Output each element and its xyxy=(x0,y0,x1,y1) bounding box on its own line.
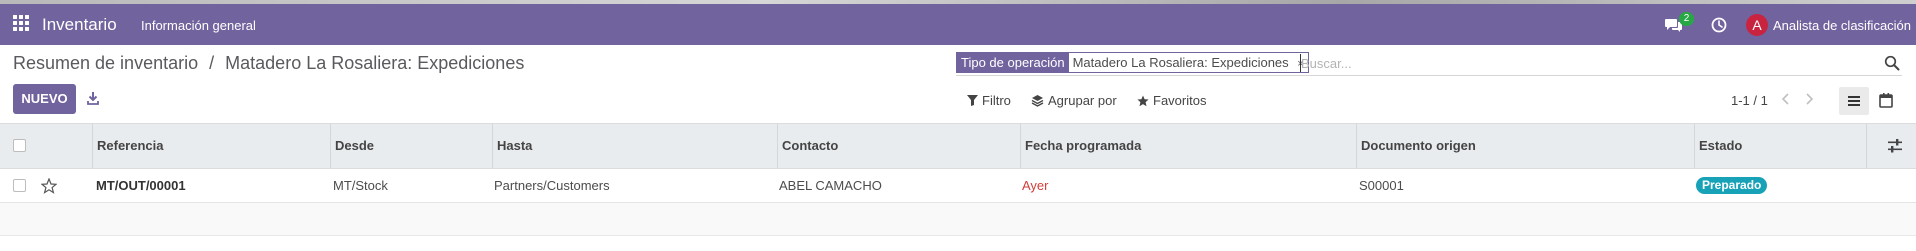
search-facet-label: Tipo de operación xyxy=(957,53,1069,72)
groupby-label: Agrupar por xyxy=(1048,93,1117,108)
column-header-documento-origen[interactable]: Documento origen xyxy=(1356,124,1694,168)
column-header-referencia[interactable]: Referencia xyxy=(92,124,330,168)
filter-label: Filtro xyxy=(982,93,1011,108)
column-header-contacto[interactable]: Contacto xyxy=(777,124,1020,168)
search-facet: Tipo de operación Matadero La Rosaliera:… xyxy=(956,52,1309,73)
apps-menu-icon[interactable] xyxy=(13,15,29,31)
calendar-view-button[interactable] xyxy=(1871,87,1901,115)
list-view-icon xyxy=(1848,96,1860,106)
filter-icon xyxy=(967,95,978,106)
row-checkbox[interactable] xyxy=(13,179,26,192)
app-name[interactable]: Inventario xyxy=(42,15,117,35)
table-row[interactable]: MT/OUT/00001 MT/Stock Partners/Customers… xyxy=(0,169,1916,203)
menu-item-informacion-general[interactable]: Información general xyxy=(141,18,256,33)
cell-contact: ABEL CAMACHO xyxy=(779,178,882,193)
cell-scheduled-date: Ayer xyxy=(1022,178,1049,193)
pager-previous-icon[interactable] xyxy=(1780,92,1792,106)
cell-to: Partners/Customers xyxy=(494,178,610,193)
top-navbar: Inventario Información general 2 A Anali… xyxy=(0,4,1916,45)
column-header-fecha-programada[interactable]: Fecha programada xyxy=(1020,124,1356,168)
pager-next-icon[interactable] xyxy=(1803,92,1815,106)
cell-origin: S00001 xyxy=(1359,178,1404,193)
breadcrumb-parent[interactable]: Resumen de inventario xyxy=(13,53,198,73)
cell-reference: MT/OUT/00001 xyxy=(96,178,186,193)
calendar-view-icon xyxy=(1879,93,1893,108)
new-button[interactable]: NUEVO xyxy=(13,84,76,114)
search-facet-value-text: Matadero La Rosaliera: Expediciones xyxy=(1072,55,1289,70)
breadcrumb-separator: / xyxy=(209,53,215,73)
sliders-icon xyxy=(1888,139,1902,153)
star-icon xyxy=(1137,95,1149,106)
breadcrumb: Resumen de inventario / Matadero La Rosa… xyxy=(13,53,524,74)
favorites-label: Favoritos xyxy=(1153,93,1207,108)
pager-value[interactable]: 1-1 / 1 xyxy=(1731,93,1768,108)
optional-columns-toggle[interactable] xyxy=(1866,124,1916,168)
favorites-dropdown[interactable]: Favoritos xyxy=(1137,93,1206,108)
search-bar: Tipo de operación Matadero La Rosaliera:… xyxy=(956,51,1902,76)
column-header-hasta[interactable]: Hasta xyxy=(492,124,777,168)
layers-icon xyxy=(1031,95,1044,107)
list-view-button[interactable] xyxy=(1839,87,1869,115)
filter-dropdown[interactable]: Filtro xyxy=(967,93,1011,108)
download-icon[interactable] xyxy=(87,91,99,105)
select-all-checkbox[interactable] xyxy=(13,139,26,152)
search-icon[interactable] xyxy=(1884,55,1900,71)
activity-clock-icon[interactable] xyxy=(1711,17,1727,33)
search-facet-value: Matadero La Rosaliera: Expediciones × xyxy=(1068,53,1308,72)
column-header-estado[interactable]: Estado xyxy=(1694,124,1866,168)
table-footer xyxy=(0,203,1916,236)
priority-star-icon[interactable] xyxy=(41,178,57,194)
breadcrumb-current: Matadero La Rosaliera: Expediciones xyxy=(225,53,525,73)
user-avatar[interactable]: A xyxy=(1746,14,1768,36)
user-name[interactable]: Analista de clasificación xyxy=(1773,18,1911,33)
table-header: Referencia Desde Hasta Contacto Fecha pr… xyxy=(0,123,1916,169)
status-badge: Preparado xyxy=(1696,177,1768,194)
cell-from: MT/Stock xyxy=(333,178,388,193)
chat-count-badge: 2 xyxy=(1679,12,1694,26)
groupby-dropdown[interactable]: Agrupar por xyxy=(1031,93,1117,108)
column-header-desde[interactable]: Desde xyxy=(330,124,492,168)
search-input[interactable] xyxy=(1301,53,1841,73)
